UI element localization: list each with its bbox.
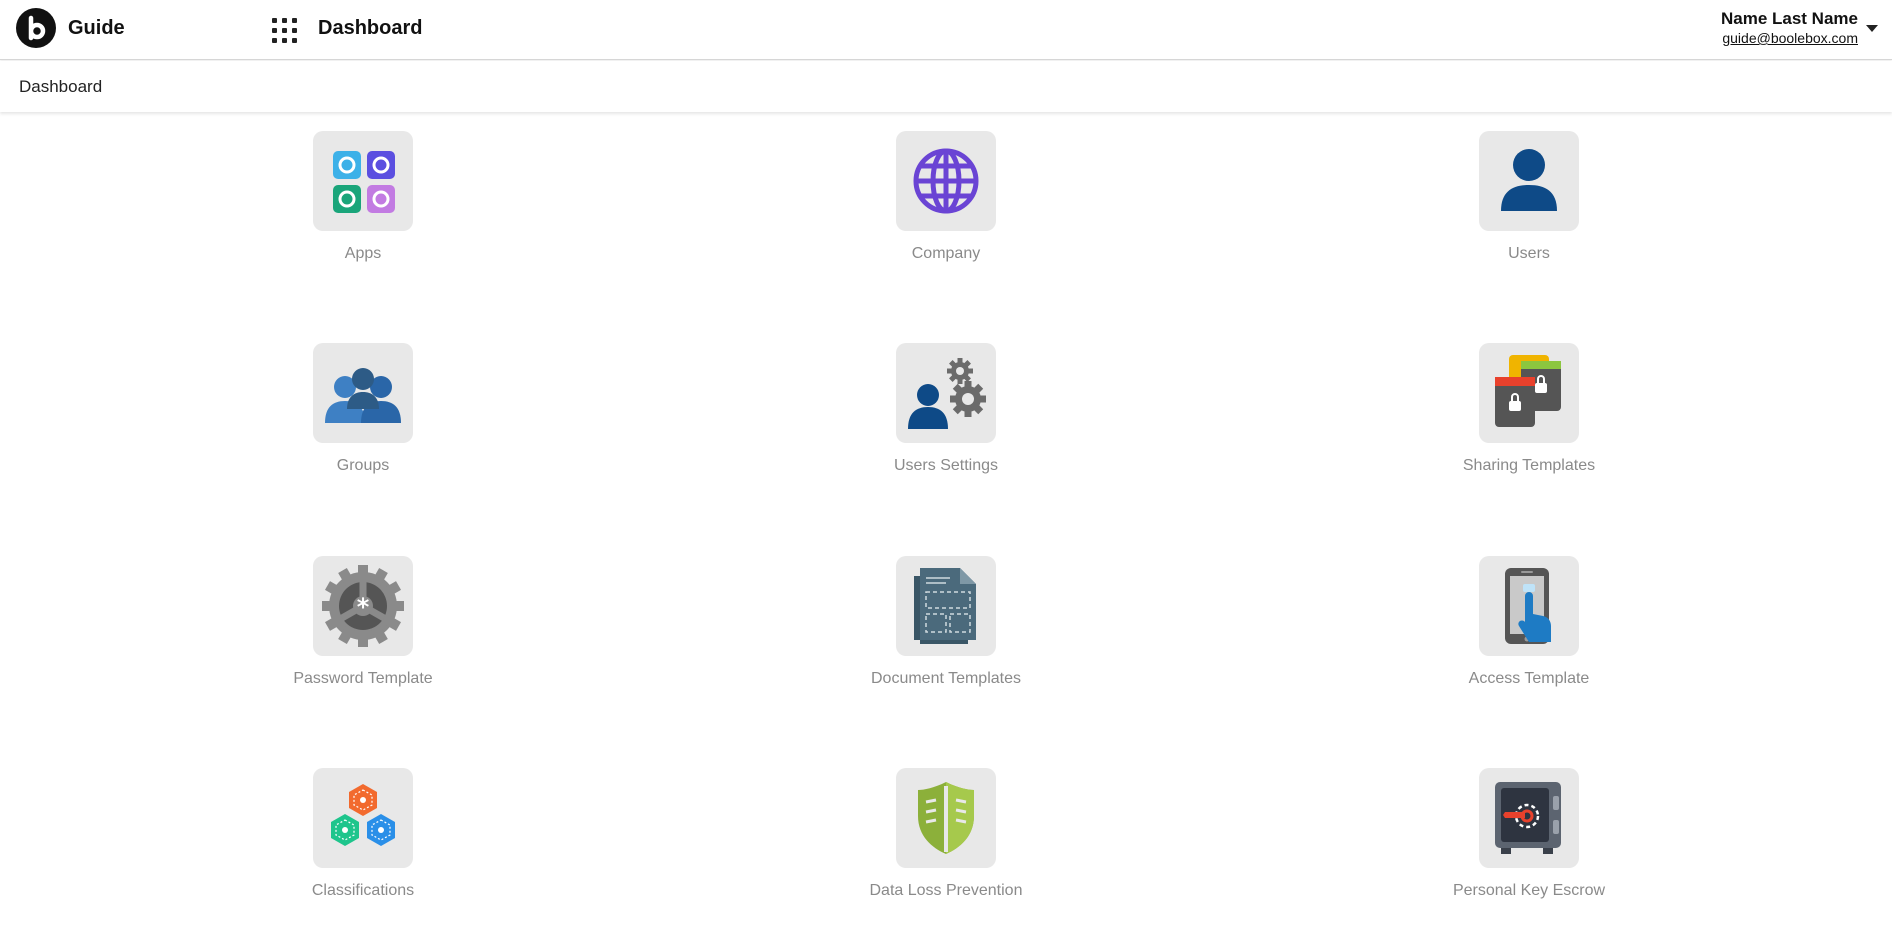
user-menu[interactable]: Name Last Name guide@boolebox.com bbox=[1721, 9, 1858, 47]
sharing-templates-icon bbox=[1495, 355, 1561, 427]
logo-b-icon bbox=[28, 15, 46, 41]
top-bar: Guide Dashboard Name Last Name guide@boo… bbox=[0, 0, 1892, 60]
tile-sharing-templates[interactable]: Sharing Templates bbox=[1419, 343, 1639, 475]
tile-apps[interactable]: Apps bbox=[253, 131, 473, 263]
tile-label: Document Templates bbox=[871, 670, 1021, 687]
document-templates-icon bbox=[914, 568, 976, 644]
tile-label: Groups bbox=[336, 457, 390, 474]
breadcrumb-bar: Dashboard bbox=[0, 61, 1892, 112]
safe-icon bbox=[1495, 782, 1561, 854]
tile-label: Apps bbox=[344, 245, 382, 262]
tile-label: Personal Key Escrow bbox=[1452, 882, 1606, 899]
tile-personal-key-escrow[interactable]: Personal Key Escrow bbox=[1419, 768, 1639, 900]
tile-label: Data Loss Prevention bbox=[869, 882, 1023, 899]
user-name: Name Last Name bbox=[1720, 9, 1858, 28]
group-icon bbox=[325, 368, 401, 423]
user-email-link[interactable]: guide@boolebox.com bbox=[1721, 29, 1858, 47]
page-title: Dashboard bbox=[318, 17, 423, 39]
tile-label: Users bbox=[1508, 245, 1550, 262]
app-launcher-grid-icon[interactable] bbox=[272, 18, 298, 44]
tile-users-settings[interactable]: Users Settings bbox=[836, 343, 1056, 475]
password-gear-icon: * bbox=[322, 565, 404, 647]
tile-document-templates[interactable]: Document Templates bbox=[836, 556, 1056, 688]
tile-classifications[interactable]: Classifications bbox=[253, 768, 473, 900]
shield-icon bbox=[918, 782, 974, 854]
tile-access-template[interactable]: Access Template bbox=[1419, 556, 1639, 688]
globe-icon bbox=[913, 148, 979, 214]
tile-label: Sharing Templates bbox=[1462, 457, 1596, 474]
tile-label: Password Template bbox=[293, 670, 433, 687]
breadcrumb: Dashboard bbox=[19, 77, 103, 96]
tile-password-template[interactable]: * Password Template bbox=[253, 556, 473, 688]
tile-label: Company bbox=[911, 245, 981, 262]
boolebox-logo[interactable] bbox=[16, 8, 56, 48]
app-name: Guide bbox=[68, 17, 125, 39]
touch-phone-icon bbox=[1505, 568, 1551, 644]
svg-text:*: * bbox=[357, 593, 370, 621]
tile-label: Users Settings bbox=[893, 457, 999, 474]
hexagons-icon bbox=[331, 784, 395, 846]
tile-data-loss-prevention[interactable]: Data Loss Prevention bbox=[836, 768, 1056, 900]
apps-icon bbox=[333, 151, 395, 213]
tile-label: Classifications bbox=[311, 882, 415, 899]
tile-users[interactable]: Users bbox=[1419, 131, 1639, 263]
tile-groups[interactable]: Groups bbox=[253, 343, 473, 475]
user-icon bbox=[1501, 149, 1557, 211]
user-settings-icon bbox=[908, 358, 986, 429]
chevron-down-icon[interactable] bbox=[1866, 25, 1878, 32]
tile-label: Access Template bbox=[1468, 670, 1590, 687]
tile-company[interactable]: Company bbox=[836, 131, 1056, 263]
